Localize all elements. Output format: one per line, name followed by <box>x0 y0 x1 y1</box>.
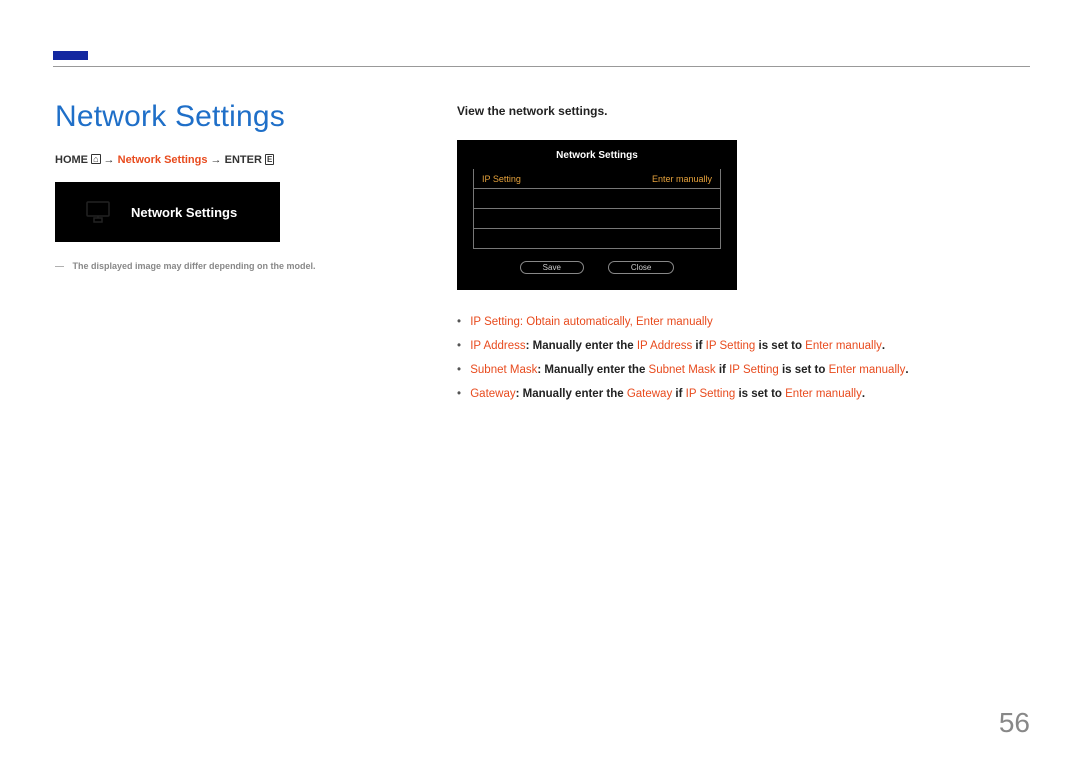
disclaimer-note: ― The displayed image may differ dependi… <box>55 261 316 271</box>
osd-panel: Network Settings IP Setting Enter manual… <box>457 140 737 290</box>
menu-tile-network-settings[interactable]: Network Settings <box>55 182 280 242</box>
header-rule <box>53 66 1030 67</box>
dash-icon: ― <box>55 261 64 271</box>
network-settings-icon <box>77 200 119 224</box>
bullet-ip-setting: • IP Setting: Obtain automatically, Ente… <box>457 312 977 332</box>
page-heading: Network Settings <box>55 100 285 134</box>
page-number: 56 <box>999 707 1030 739</box>
breadcrumb-item: Network Settings <box>118 154 208 166</box>
osd-row-empty-3 <box>473 229 721 249</box>
bullet-icon: • <box>457 364 461 376</box>
bullet-icon: • <box>457 316 461 328</box>
bullet-subnet-mask: • Subnet Mask: Manually enter the Subnet… <box>457 360 977 380</box>
home-icon: ⌂ <box>91 154 100 164</box>
osd-row-ip-setting[interactable]: IP Setting Enter manually <box>473 169 721 189</box>
bullet-icon: • <box>457 388 461 400</box>
osd-row-empty-2 <box>473 209 721 229</box>
breadcrumb-enter: ENTER <box>225 154 262 166</box>
settings-descriptions: • IP Setting: Obtain automatically, Ente… <box>457 312 977 404</box>
osd-save-button[interactable]: Save <box>520 261 584 274</box>
breadcrumb: HOME ⌂ → Network Settings → ENTER E <box>55 154 274 166</box>
osd-ip-setting-value: Enter manually <box>652 174 712 184</box>
osd-title: Network Settings <box>473 150 721 161</box>
disclaimer-text: The displayed image may differ depending… <box>73 261 316 271</box>
osd-row-empty-1 <box>473 189 721 209</box>
breadcrumb-home: HOME <box>55 154 88 166</box>
osd-ip-setting-label: IP Setting <box>482 174 521 184</box>
bullet-ip-address: • IP Address: Manually enter the IP Addr… <box>457 336 977 356</box>
osd-close-button[interactable]: Close <box>608 261 674 274</box>
bullet-gateway: • Gateway: Manually enter the Gateway if… <box>457 384 977 404</box>
menu-tile-label: Network Settings <box>131 205 237 220</box>
header-accent-bar <box>53 51 88 60</box>
enter-icon: E <box>265 154 274 165</box>
view-network-settings-title: View the network settings. <box>457 104 977 118</box>
bullet-icon: • <box>457 340 461 352</box>
